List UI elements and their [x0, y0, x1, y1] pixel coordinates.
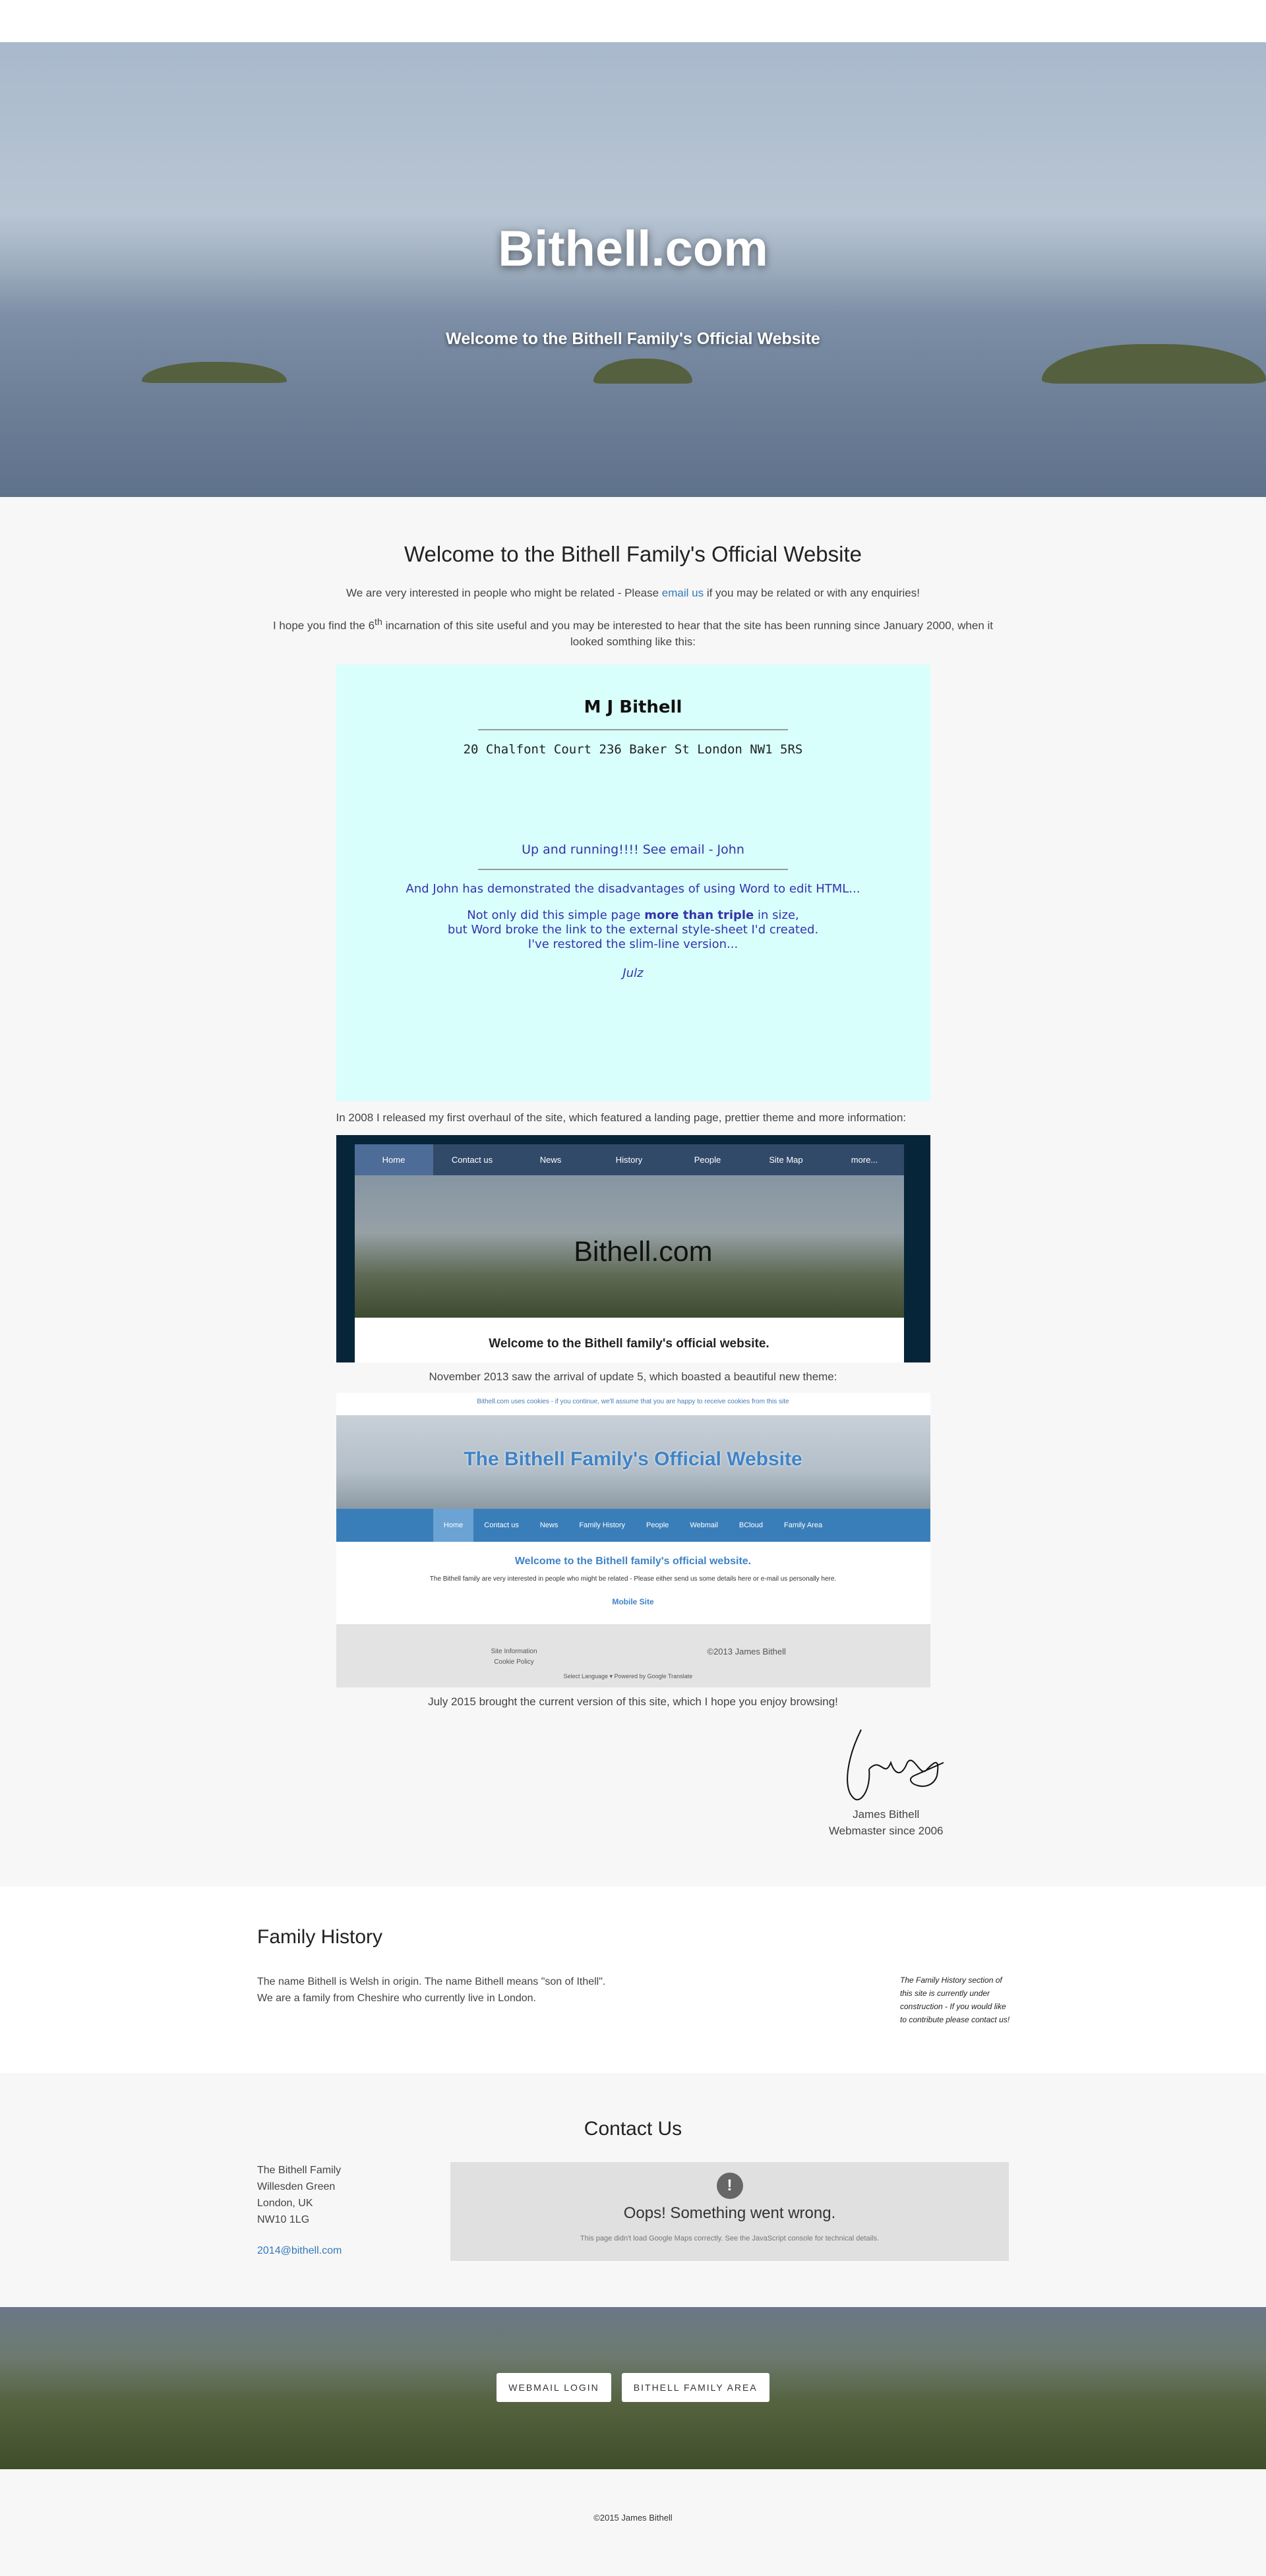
site-2008-screenshot: Home Contact us News History People Site… — [336, 1134, 930, 1362]
welcome-heading: Welcome to the Bithell Family's Official… — [404, 542, 862, 566]
contact-heading: Contact Us — [584, 2117, 682, 2140]
old-site-name: M J Bithell — [584, 697, 682, 717]
welcome-section: Welcome to the Bithell Family's Official… — [0, 497, 1266, 1842]
old-site-line3: I've restored the slim-line version... — [528, 937, 738, 951]
map-error-title: Oops! Something went wrong. — [623, 2204, 836, 2222]
overhaul-text: In 2008 I released my first overhaul of … — [336, 1111, 907, 1124]
site-2013-text: The Bithell family are very interested i… — [429, 1575, 837, 1583]
contact-section: Contact Us The Bithell Family Willesden G… — [0, 2073, 1266, 2307]
current-version-text: July 2015 brought the current version of… — [428, 1695, 838, 1708]
alert-icon: ! — [716, 2172, 743, 2199]
site-2013-welcome: Welcome to the Bithell family's official… — [514, 1555, 752, 1567]
family-history-text: The name Bithell is Welsh in origin. The… — [257, 1976, 606, 1987]
site-2013-nav: Home Contact us News Family History Peop… — [336, 1508, 930, 1542]
copyright: ©2015 James Bithell — [593, 2512, 673, 2523]
old-site-john: And John has demonstrated the disadvanta… — [406, 881, 860, 896]
island-image — [142, 362, 287, 383]
map-embed[interactable]: ! Oops! Something went wrong. This page … — [450, 2161, 1009, 2261]
postal-address: The Bithell Family Willesden Green London,… — [257, 2164, 342, 2225]
intro-paragraph: We are very interested in people who mig… — [346, 587, 920, 599]
family-area-button[interactable]: BITHELL FAMILY AREA — [621, 2372, 769, 2402]
old-site-signature: Julz — [622, 966, 644, 980]
island-image — [1042, 344, 1266, 384]
history-paragraph: I hope you find the 6th incarnation of t… — [272, 617, 993, 648]
site-2008-welcome: Welcome to the Bithell family's official… — [354, 1317, 904, 1362]
island-image — [593, 359, 692, 384]
old-site-address: 20 Chalfont Court 236 Baker St London NW… — [463, 742, 803, 757]
site-2013-cookie: Bithell.com uses cookies - if you contin… — [477, 1397, 789, 1405]
contact-email-link[interactable]: 2014@bithell.com — [257, 2245, 342, 2257]
site-2013-mobile: Mobile Site — [612, 1596, 654, 1606]
site-2013-banner: The Bithell Family's Official Website — [336, 1415, 930, 1509]
landscape-banner: WEBMAIL LOGIN BITHELL FAMILY AREA — [0, 2306, 1266, 2469]
divider — [478, 868, 788, 870]
site-2008-nav: Home Contact us News History People Site… — [354, 1144, 904, 1175]
signature-name: James Bithell — [853, 1807, 920, 1821]
old-site-running: Up and running!!!! See email - John — [522, 842, 744, 857]
email-us-link[interactable]: email us — [662, 587, 704, 599]
site-subtitle: Welcome to the Bithell Family's Official… — [446, 330, 820, 348]
signature-image — [846, 1729, 944, 1800]
old-site-line2: but Word broke the link to the external … — [447, 922, 819, 937]
family-history-section: Family History The name Bithell is Welsh… — [0, 1886, 1266, 2073]
old-site-line1: Not only did this simple page more than … — [467, 908, 799, 922]
construction-note: The Family History section of this site … — [900, 1975, 1010, 2024]
site-title: Bithell.com — [498, 221, 768, 277]
webmail-login-button[interactable]: WEBMAIL LOGIN — [497, 2372, 611, 2402]
hero-banner: Bithell.com Welcome to the Bithell Famil… — [0, 42, 1266, 497]
update5-text: November 2013 saw the arrival of update … — [429, 1370, 837, 1383]
site-2013-footer: Site Information Cookie Policy ©2013 Jame… — [336, 1624, 930, 1687]
divider — [478, 728, 788, 730]
signature-role: Webmaster since 2006 — [828, 1824, 944, 1837]
site-2008-banner: Bithell.com — [354, 1175, 904, 1318]
map-error-detail: This page didn't load Google Maps correc… — [580, 2234, 880, 2242]
top-bar — [0, 0, 1266, 42]
family-history-heading: Family History — [257, 1925, 383, 1948]
site-2000-screenshot: M J Bithell 20 Chalfont Court 236 Baker … — [336, 664, 930, 1101]
signature-block: James Bithell Webmaster since 2006 — [336, 1710, 944, 1842]
site-2013-screenshot: Bithell.com uses cookies - if you contin… — [336, 1392, 930, 1687]
